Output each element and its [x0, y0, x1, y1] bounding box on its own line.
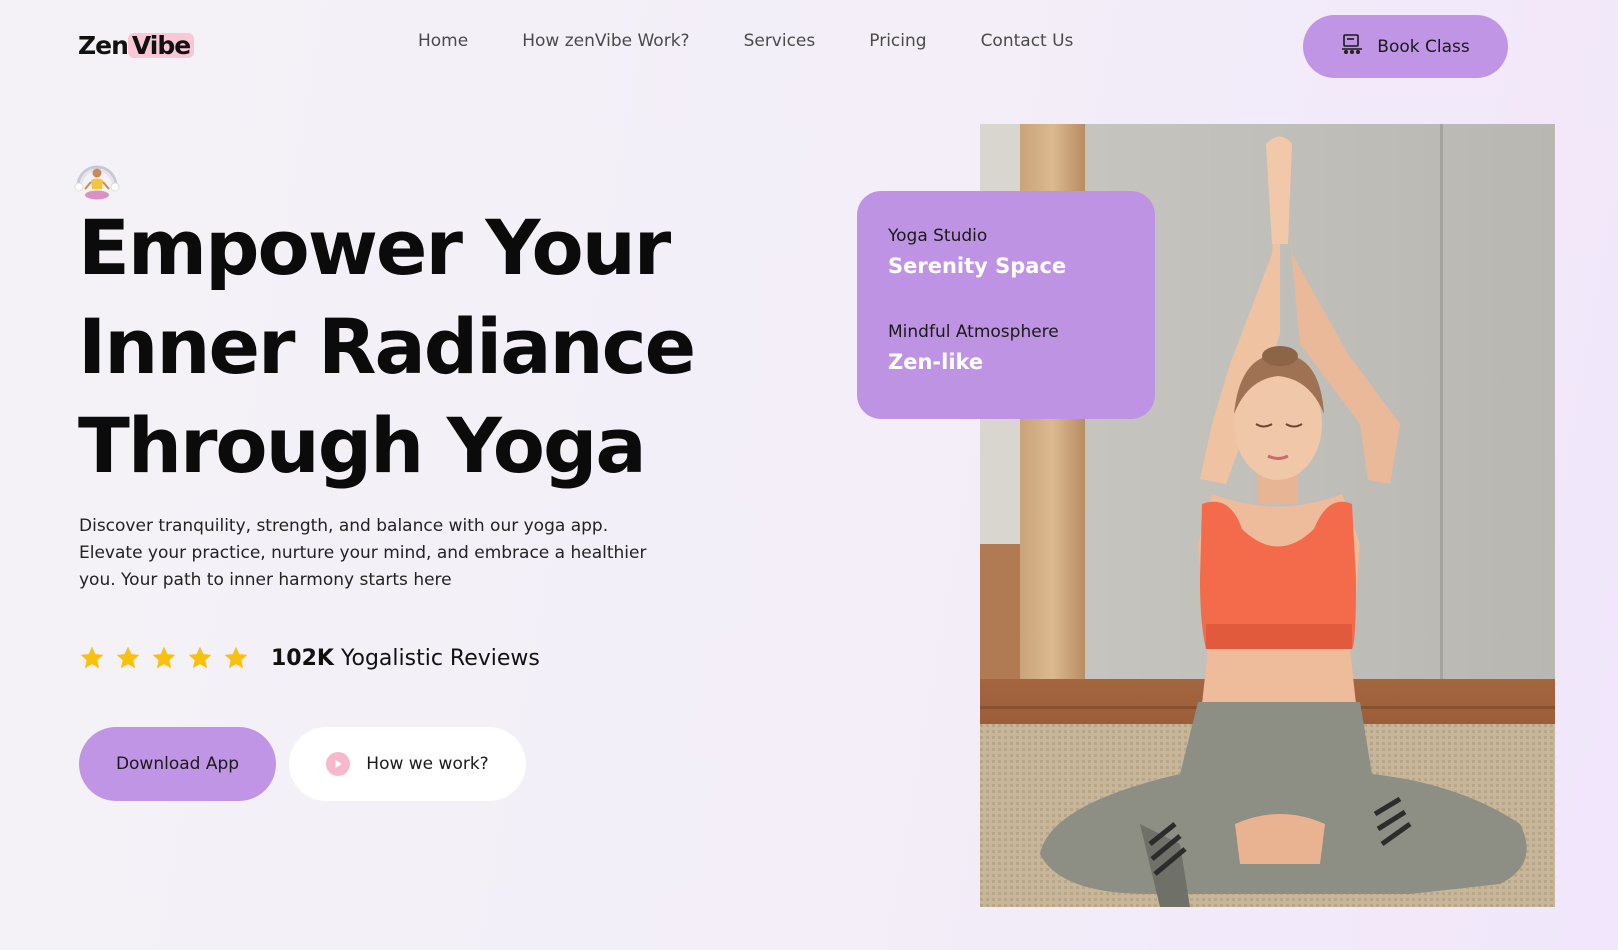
star-icon	[80, 646, 104, 669]
brand-name-part1: Zen	[78, 31, 129, 60]
studio-info-card: Yoga Studio Serenity Space Mindful Atmos…	[857, 191, 1155, 419]
info-label-studio: Yoga Studio	[888, 226, 988, 246]
nav-pricing[interactable]: Pricing	[869, 31, 926, 51]
book-class-label: Book Class	[1377, 36, 1470, 57]
review-count: 102K Yogalistic Reviews	[271, 646, 540, 671]
star-icon	[224, 646, 248, 669]
review-count-label: Yogalistic Reviews	[340, 645, 540, 671]
rating-row: 102K Yogalistic Reviews	[79, 645, 540, 671]
nav-services[interactable]: Services	[744, 31, 816, 51]
how-we-work-label: How we work?	[366, 754, 489, 774]
brand-logo[interactable]: Zen Vibe	[78, 31, 195, 60]
nav-how-it-works[interactable]: How zenVibe Work?	[522, 31, 689, 51]
brand-name-part2: Vibe	[127, 31, 195, 60]
hero-description: Discover tranquility, strength, and bala…	[79, 516, 647, 590]
hero-headline: Empower Your Inner Radiance Through Yoga	[78, 198, 798, 495]
download-app-button[interactable]: Download App	[79, 727, 276, 801]
laptop-calendar-icon	[1341, 33, 1363, 60]
star-icon	[116, 646, 140, 669]
nav-contact[interactable]: Contact Us	[981, 31, 1074, 51]
nav-home[interactable]: Home	[418, 31, 468, 51]
how-we-work-button[interactable]: How we work?	[289, 727, 526, 801]
review-count-number: 102K	[271, 645, 334, 671]
star-icon	[188, 646, 212, 669]
play-icon	[326, 752, 351, 776]
info-value-atmosphere: Zen-like	[888, 350, 984, 374]
headline-line-2: Inner Radiance	[78, 302, 696, 391]
download-app-label: Download App	[115, 754, 240, 774]
headline-line-3: Through Yoga	[78, 401, 647, 490]
main-nav: Home How zenVibe Work? Services Pricing …	[418, 31, 1127, 51]
info-value-studio: Serenity Space	[888, 254, 1067, 278]
star-rating	[79, 645, 249, 671]
info-label-atmosphere: Mindful Atmosphere	[888, 322, 1059, 342]
headline-line-1: Empower Your	[78, 203, 671, 292]
star-icon	[152, 646, 176, 669]
book-class-button[interactable]: Book Class	[1303, 15, 1508, 78]
